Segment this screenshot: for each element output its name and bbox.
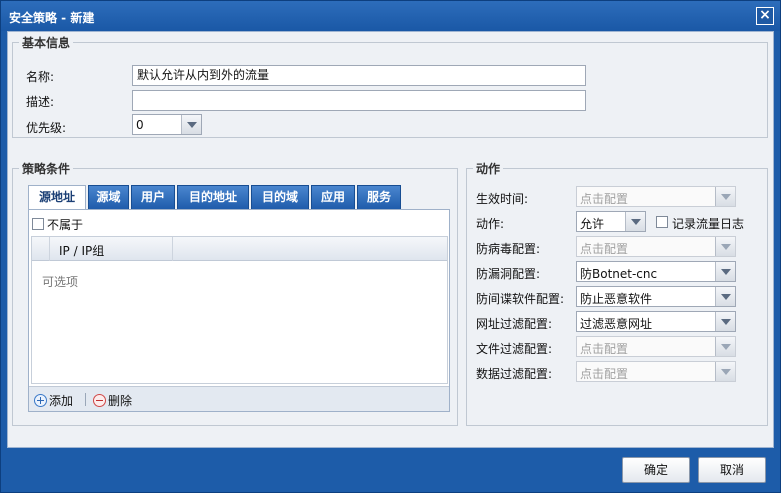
tab-source-zone[interactable]: 源域 xyxy=(88,185,129,209)
anti-spyware-value: 防止恶意软件 xyxy=(580,292,653,306)
log-traffic-label: 记录流量日志 xyxy=(672,217,745,231)
file-filter-value: 点击配置 xyxy=(580,342,629,356)
grid-column-ip[interactable]: IP / IP组 xyxy=(51,237,173,261)
description-label: 描述: xyxy=(26,95,55,109)
vulnerability-label: 防漏洞配置: xyxy=(476,267,541,281)
remove-circle-icon xyxy=(93,394,106,407)
ok-button[interactable]: 确定 xyxy=(622,457,690,483)
address-grid: IP / IP组 可选项 xyxy=(31,236,448,384)
chevron-down-icon[interactable] xyxy=(715,312,735,331)
url-filter-value: 过滤恶意网址 xyxy=(580,317,653,331)
delete-button[interactable]: 删除 xyxy=(93,392,132,409)
log-traffic-checkbox[interactable] xyxy=(656,216,668,228)
antivirus-label: 防病毒配置: xyxy=(476,242,541,256)
effective-time-value: 点击配置 xyxy=(580,192,629,206)
tab-destination-address[interactable]: 目的地址 xyxy=(177,185,249,209)
chevron-down-icon[interactable] xyxy=(715,187,735,206)
description-field[interactable] xyxy=(132,90,586,111)
chevron-down-icon[interactable] xyxy=(181,115,201,134)
chevron-down-icon[interactable] xyxy=(715,262,735,281)
add-circle-icon xyxy=(34,394,47,407)
priority-value: 0 xyxy=(136,118,144,132)
tab-source-address[interactable]: 源地址 xyxy=(28,185,86,210)
file-filter-select[interactable]: 点击配置 xyxy=(576,336,736,357)
not-belong-checkbox[interactable] xyxy=(32,218,44,230)
dialog-window: 安全策略 - 新建 × 基本信息 名称: 默认允许从内到外的流量 描述: 优先级… xyxy=(0,0,781,493)
priority-label: 优先级: xyxy=(26,121,67,135)
delete-button-label: 删除 xyxy=(108,394,133,408)
vulnerability-select[interactable]: 防Botnet-cnc xyxy=(576,261,736,282)
add-button-label: 添加 xyxy=(49,394,74,408)
anti-spyware-select[interactable]: 防止恶意软件 xyxy=(576,286,736,307)
grid-column-ip-label: IP / IP组 xyxy=(59,244,105,258)
title-bar[interactable]: 安全策略 - 新建 × xyxy=(1,1,780,31)
effective-time-select[interactable]: 点击配置 xyxy=(576,186,736,207)
tab-service[interactable]: 服务 xyxy=(357,185,401,209)
data-filter-select[interactable]: 点击配置 xyxy=(576,361,736,382)
close-icon[interactable]: × xyxy=(756,7,774,25)
url-filter-label: 网址过滤配置: xyxy=(476,317,553,331)
cancel-button[interactable]: 取消 xyxy=(698,457,766,483)
grid-toolbar: 添加 删除 xyxy=(29,386,449,411)
source-address-panel: 不属于 IP / IP组 可选项 添加 删除 xyxy=(28,209,450,412)
chevron-down-icon[interactable] xyxy=(715,237,735,256)
chevron-down-icon[interactable] xyxy=(715,362,735,381)
tab-application[interactable]: 应用 xyxy=(311,185,355,209)
chevron-down-icon[interactable] xyxy=(715,337,735,356)
file-filter-label: 文件过滤配置: xyxy=(476,342,553,356)
url-filter-select[interactable]: 过滤恶意网址 xyxy=(576,311,736,332)
vulnerability-value: 防Botnet-cnc xyxy=(580,267,658,281)
data-filter-label: 数据过滤配置: xyxy=(476,367,553,381)
action-select[interactable]: 允许 xyxy=(576,211,646,232)
toolbar-divider xyxy=(85,393,86,406)
basic-info-group: 基本信息 xyxy=(12,34,768,138)
policy-conditions-legend: 策略条件 xyxy=(22,162,71,176)
anti-spyware-label: 防间谍软件配置: xyxy=(476,292,565,306)
action-label: 动作: xyxy=(476,217,505,231)
add-button[interactable]: 添加 xyxy=(34,392,73,409)
not-belong-label: 不属于 xyxy=(47,218,84,232)
name-label: 名称: xyxy=(26,70,55,84)
chevron-down-icon[interactable] xyxy=(715,287,735,306)
dialog-body: 基本信息 名称: 默认允许从内到外的流量 描述: 优先级: 0 策略条件 源地址… xyxy=(7,31,774,448)
grid-empty-text: 可选项 xyxy=(42,275,79,289)
effective-time-label: 生效时间: xyxy=(476,192,529,206)
action-legend: 动作 xyxy=(476,162,501,176)
grid-body[interactable]: 可选项 xyxy=(32,262,447,383)
chevron-down-icon[interactable] xyxy=(625,212,645,231)
priority-select[interactable]: 0 xyxy=(132,114,202,135)
grid-header: IP / IP组 xyxy=(32,237,447,261)
tab-user[interactable]: 用户 xyxy=(131,185,175,209)
antivirus-select[interactable]: 点击配置 xyxy=(576,236,736,257)
antivirus-value: 点击配置 xyxy=(580,242,629,256)
tab-destination-zone[interactable]: 目的域 xyxy=(251,185,309,209)
basic-info-legend: 基本信息 xyxy=(22,36,71,50)
action-value: 允许 xyxy=(580,217,605,231)
name-field[interactable]: 默认允许从内到外的流量 xyxy=(132,65,586,86)
data-filter-value: 点击配置 xyxy=(580,367,629,381)
grid-select-column[interactable] xyxy=(32,237,50,261)
dialog-title: 安全策略 - 新建 xyxy=(9,11,95,25)
